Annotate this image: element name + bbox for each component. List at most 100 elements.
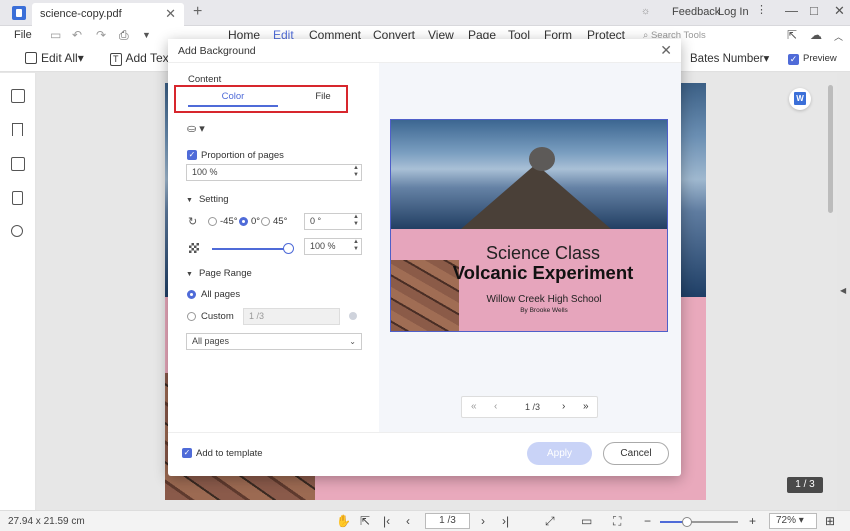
zoom-slider-knob[interactable] [682, 517, 692, 527]
preview-checkbox[interactable]: ✓ [788, 54, 799, 65]
chevron-down-icon: ⌄ [349, 337, 356, 346]
comment-icon[interactable] [11, 157, 25, 171]
preview-prev-page-icon[interactable]: ‹ [494, 401, 497, 412]
last-page-icon[interactable]: ›| [502, 514, 509, 528]
undo-icon[interactable]: ↶ [72, 28, 82, 42]
minimize-icon[interactable]: — [785, 3, 798, 18]
page-display-icon[interactable]: ▭ [581, 514, 592, 528]
more-menu-icon[interactable]: ⋮ [756, 3, 767, 16]
proportion-input[interactable]: 100 % ▲ ▼ [186, 164, 362, 181]
fit-width-icon[interactable]: ⛶ [613, 514, 621, 529]
maximize-icon[interactable]: □ [810, 3, 818, 18]
rotation-45-radio[interactable] [261, 217, 270, 226]
pages-select[interactable]: All pages ⌄ [186, 333, 362, 350]
preview-volcano [461, 164, 611, 229]
rotation-0-label: 0° [251, 216, 261, 227]
close-window-icon[interactable]: ✕ [834, 3, 845, 19]
page-size: 27.94 x 21.59 cm [8, 516, 85, 527]
preview-pager: « ‹ 1 /3 › » [461, 396, 598, 418]
save-icon[interactable]: ▭ [50, 28, 61, 42]
bates-number-button[interactable]: Bates Number▾ [690, 51, 769, 65]
thumbnails-icon[interactable] [11, 89, 25, 103]
rotate-icon: ↻ [188, 216, 198, 228]
preview-smoke [529, 147, 555, 171]
paint-bucket-icon[interactable]: ⛀ ▾ [187, 122, 205, 135]
collapse-icon: ▼ [186, 197, 193, 204]
feedback-link[interactable]: Feedback [672, 6, 720, 18]
edit-all-button[interactable]: Edit All▾ [25, 51, 84, 65]
pages-select-value: All pages [192, 336, 230, 346]
lightbulb-icon[interactable]: ☼ [641, 6, 650, 17]
rotation-stepper[interactable]: ▲ ▼ [353, 214, 359, 228]
all-pages-label: All pages [201, 289, 241, 300]
share-icon[interactable]: ⇱ [787, 28, 797, 42]
expand-right-panel-icon[interactable]: ◀ [840, 286, 846, 295]
setting-label: Setting [198, 194, 229, 205]
proportion-stepper[interactable]: ▲ ▼ [353, 165, 359, 179]
rotation-input[interactable]: 0 ° ▲ ▼ [304, 213, 362, 230]
opacity-slider-knob[interactable] [283, 243, 294, 254]
next-page-icon[interactable]: › [481, 514, 485, 528]
redo-icon[interactable]: ↷ [96, 28, 106, 42]
login-link[interactable]: Log In [718, 6, 749, 18]
bookmark-icon[interactable] [12, 123, 23, 136]
add-text-button[interactable]: T Add Text [110, 51, 172, 66]
zoom-slider[interactable] [660, 517, 738, 527]
info-icon[interactable] [349, 312, 357, 320]
cancel-button[interactable]: Cancel [603, 442, 669, 465]
add-to-template-checkbox[interactable]: ✓ [182, 448, 192, 458]
preview-next-page-icon[interactable]: › [562, 401, 565, 412]
opacity-input[interactable]: 100 % ▲ ▼ [304, 238, 362, 255]
left-sidebar [0, 73, 36, 510]
preview-first-page-icon[interactable]: « [471, 401, 477, 412]
cloud-upload-icon[interactable]: ☁ [810, 28, 822, 42]
dialog-footer: ✓ Add to template Apply Cancel [168, 432, 681, 476]
status-bar: 27.94 x 21.59 cm ✋ ⇱ |‹ ‹ 1 /3 › ›| ⤢ ▭ … [0, 510, 850, 531]
collapse-ribbon-icon[interactable]: ︿ [834, 30, 843, 43]
add-background-dialog: Add Background ✕ Content Color File ⛀ ▾ … [168, 39, 681, 476]
custom-radio[interactable] [187, 312, 196, 321]
tab-color[interactable]: Color [188, 91, 278, 107]
new-tab-icon[interactable]: + [193, 3, 202, 21]
custom-range-input[interactable]: 1 /3 [243, 308, 340, 325]
tab-file[interactable]: File [280, 91, 366, 102]
grid-view-icon[interactable]: ⊞ [825, 514, 835, 528]
preview-toggle[interactable]: ✓ Preview [788, 53, 837, 65]
proportion-checkbox[interactable]: ✓ [187, 150, 197, 160]
vertical-scrollbar[interactable] [828, 85, 833, 213]
apply-button[interactable]: Apply [527, 442, 592, 465]
prev-page-icon[interactable]: ‹ [406, 514, 410, 528]
setting-section[interactable]: ▼ Setting [186, 194, 229, 205]
preview-page-number[interactable]: 1 /3 [525, 402, 540, 412]
fit-page-icon[interactable]: ⤢ [545, 514, 555, 529]
zoom-out-icon[interactable]: − [644, 514, 651, 528]
menu-file[interactable]: File [14, 29, 32, 41]
rotation-45-label: 45° [273, 216, 288, 227]
search-icon[interactable] [11, 225, 23, 237]
quick-access-dropdown-icon[interactable]: ▼ [142, 30, 151, 40]
convert-to-word-icon[interactable] [789, 88, 811, 110]
first-page-icon[interactable]: |‹ [383, 514, 390, 528]
hand-tool-icon[interactable]: ✋ [336, 514, 351, 528]
all-pages-radio[interactable] [187, 290, 196, 299]
page-range-section[interactable]: ▼ Page Range [186, 268, 252, 279]
attachment-icon[interactable] [12, 191, 23, 205]
zoom-in-icon[interactable]: + [749, 514, 756, 528]
page-number-input[interactable]: 1 /3 [425, 513, 470, 529]
close-tab-icon[interactable]: ✕ [165, 6, 176, 22]
document-tab[interactable]: science-copy.pdf ✕ [32, 3, 184, 26]
document-tab-label: science-copy.pdf [40, 8, 122, 20]
print-icon[interactable]: ⎙ [119, 28, 129, 43]
preview-title-line2: Volcanic Experiment [452, 262, 634, 283]
proportion-value: 100 % [192, 167, 218, 177]
opacity-icon [189, 243, 199, 253]
preview-school: Willow Creek High School [486, 294, 602, 305]
dialog-close-icon[interactable]: ✕ [660, 42, 672, 59]
opacity-slider[interactable] [212, 248, 290, 250]
rotation-minus45-radio[interactable] [208, 217, 217, 226]
rotation-0-radio[interactable] [239, 217, 248, 226]
zoom-select[interactable]: 72% ▾ [769, 513, 817, 529]
select-tool-icon[interactable]: ⇱ [360, 514, 370, 528]
opacity-stepper[interactable]: ▲ ▼ [353, 239, 359, 253]
preview-last-page-icon[interactable]: » [583, 401, 589, 412]
